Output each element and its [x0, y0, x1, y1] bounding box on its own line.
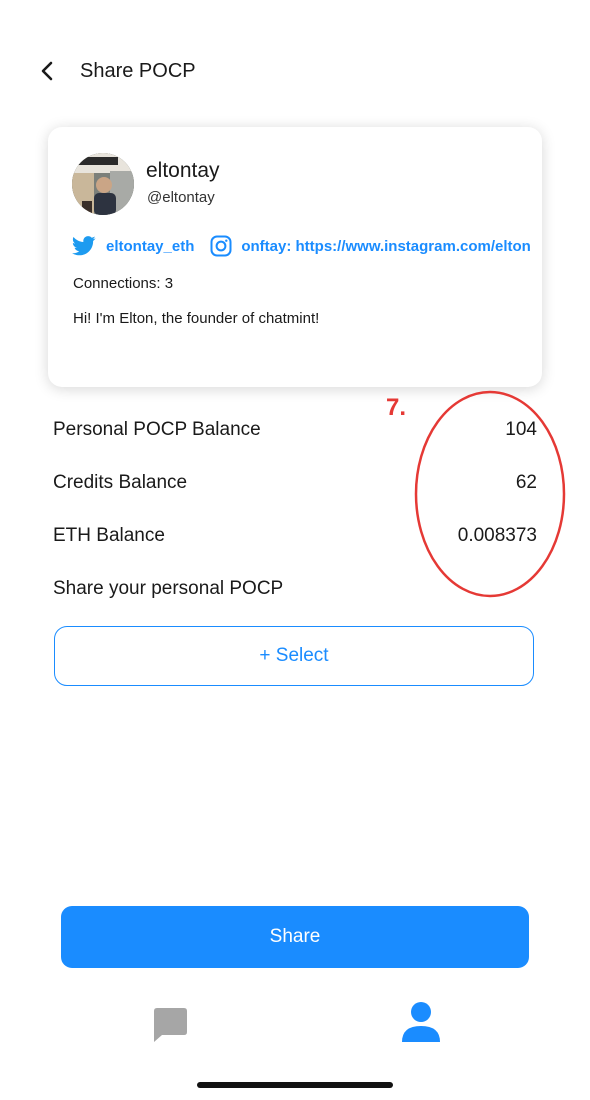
- tab-chat[interactable]: [150, 1005, 190, 1045]
- balance-row-personal-pocp: Personal POCP Balance 104: [53, 419, 537, 441]
- twitter-icon: [72, 236, 96, 256]
- balance-row-eth: ETH Balance 0.008373: [53, 525, 537, 547]
- profile-bio: Hi! I'm Elton, the founder of chatmint!: [73, 310, 320, 327]
- profile-name: eltontay: [146, 159, 220, 182]
- avatar: [72, 153, 134, 215]
- home-indicator: [197, 1082, 393, 1088]
- page-title: Share POCP: [80, 59, 196, 82]
- chevron-left-icon: [41, 61, 53, 81]
- twitter-link[interactable]: eltontay_eth: [106, 238, 194, 255]
- balance-label: Personal POCP Balance: [53, 419, 261, 440]
- balance-value: 62: [515, 472, 537, 493]
- chat-icon: [154, 1008, 187, 1042]
- select-button[interactable]: + Select: [54, 626, 534, 686]
- profile-card: eltontay @eltontay eltontay_eth onftay: …: [48, 127, 542, 387]
- balance-label: Credits Balance: [53, 472, 188, 493]
- balance-value: 104: [505, 419, 537, 440]
- profile-handle: @eltontay: [147, 189, 215, 206]
- share-section-label: Share your personal POCP: [53, 578, 284, 599]
- share-button[interactable]: Share: [61, 906, 529, 968]
- back-button[interactable]: [40, 56, 66, 86]
- social-links: eltontay_eth onftay: https://www.instagr…: [72, 235, 531, 257]
- profile-icon: [402, 1002, 440, 1042]
- balance-value: 0.008373: [457, 525, 537, 546]
- balance-row-credits: Credits Balance 62: [53, 472, 537, 494]
- annotation-number: 7.: [386, 394, 407, 421]
- connections-count: Connections: 3: [73, 275, 174, 292]
- instagram-icon: [210, 235, 232, 257]
- instagram-link[interactable]: onftay: https://www.instagram.com/elton: [241, 238, 530, 255]
- tab-profile[interactable]: [400, 1000, 442, 1044]
- header: Share POCP: [40, 56, 196, 86]
- balance-label: ETH Balance: [53, 525, 165, 546]
